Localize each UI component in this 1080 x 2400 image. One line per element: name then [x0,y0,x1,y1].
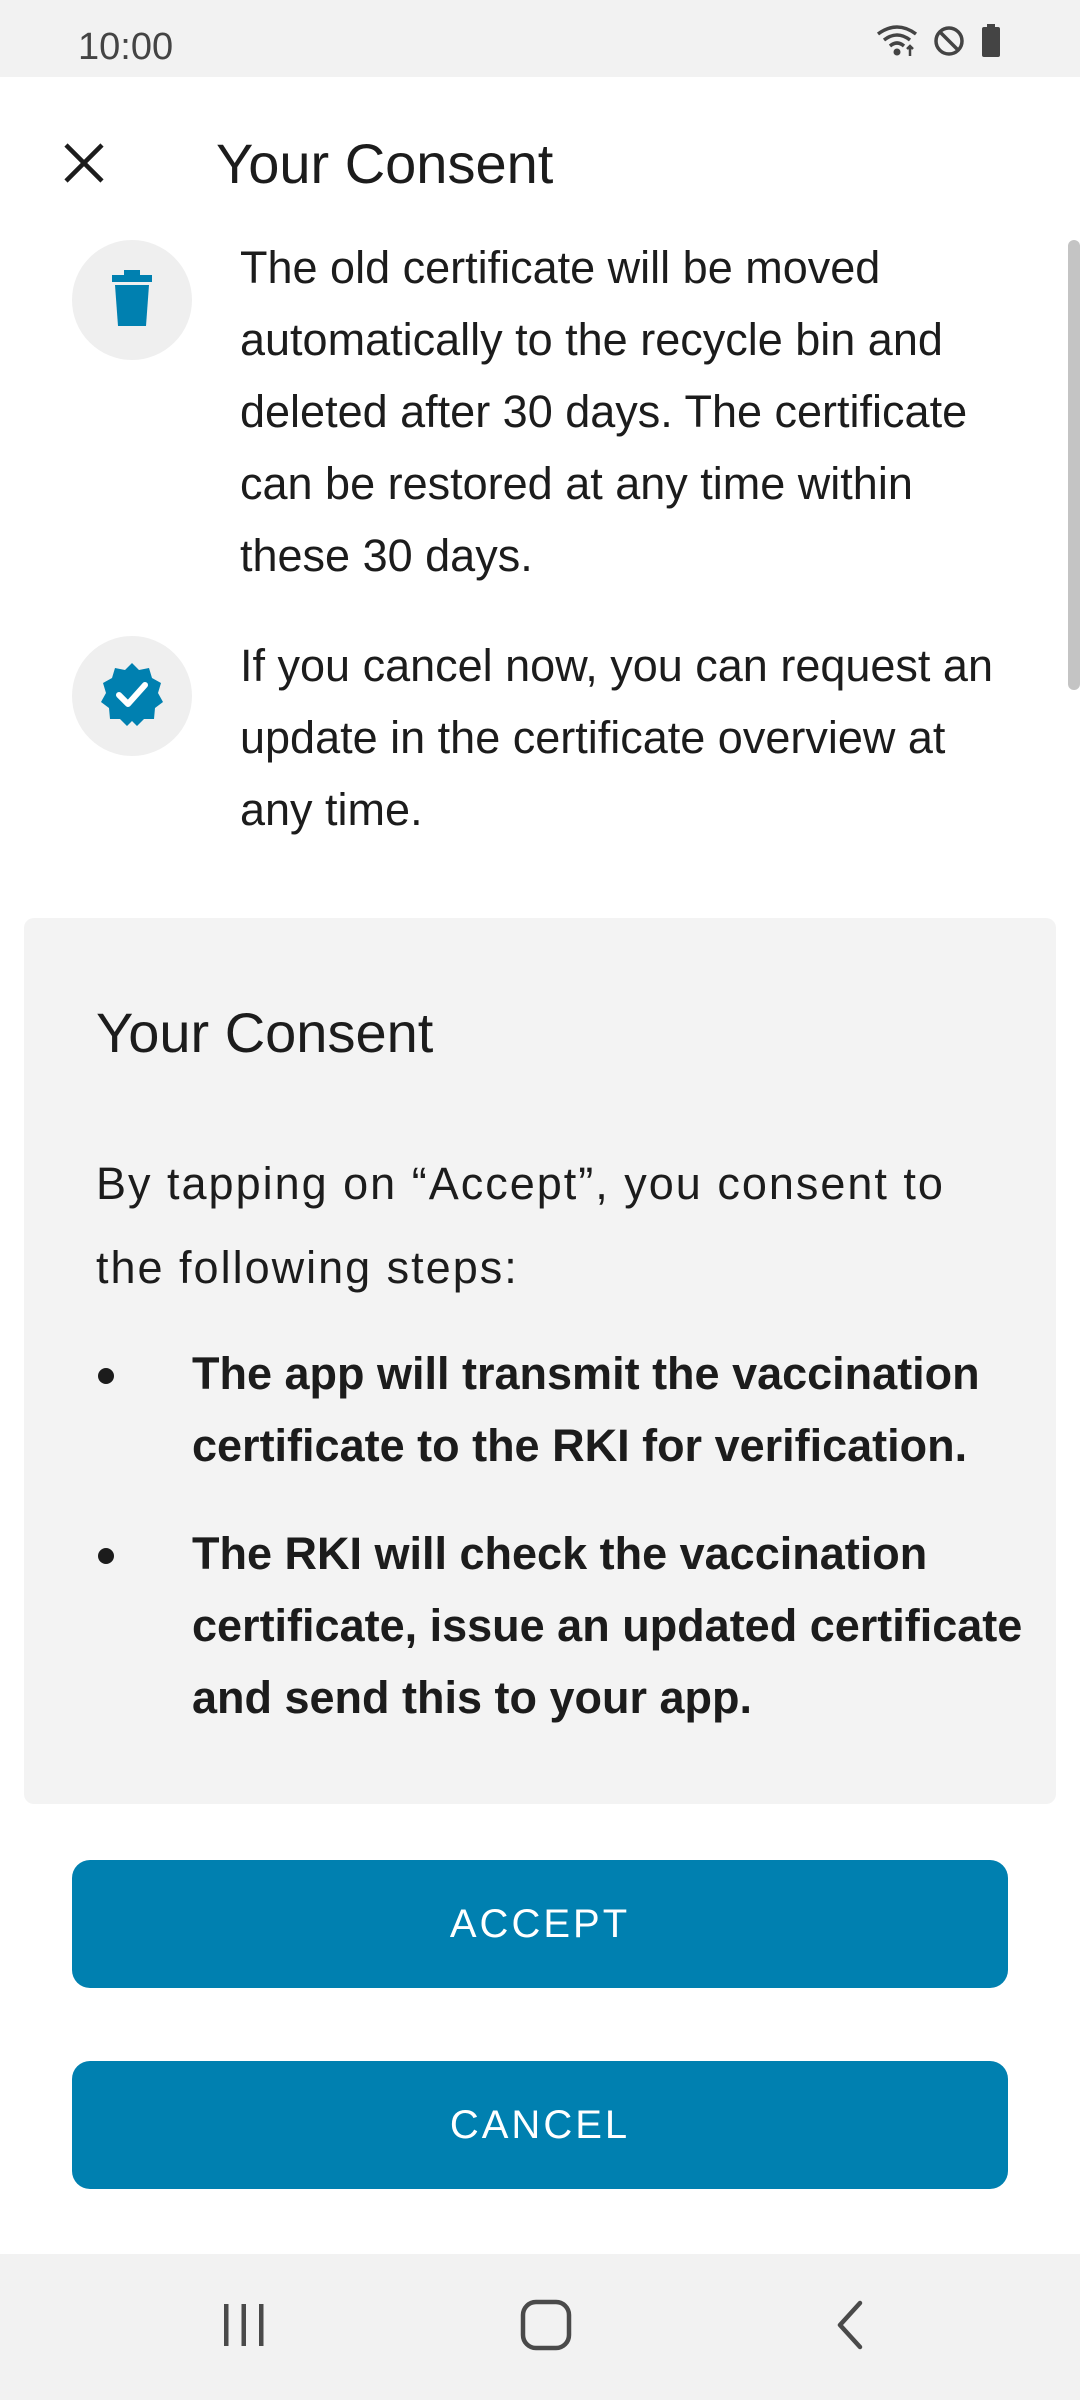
consent-box: Your Consent By tapping on “Accept”, you… [24,918,1056,1804]
battery-icon [980,24,1002,58]
status-icons [876,24,1002,58]
info-text-cancel-hint: If you cancel now, you can request an up… [240,640,993,835]
verified-badge-icon [99,661,165,732]
navigation-bar [0,2254,1080,2400]
close-button[interactable] [44,125,124,205]
verified-badge-icon-container [72,636,192,756]
home-icon [520,2299,572,2356]
consent-intro: By tapping on “Accept”, you consent to t… [96,1158,945,1293]
recent-apps-button[interactable] [194,2282,294,2372]
accept-button[interactable]: ACCEPT [72,1860,1008,1988]
back-icon [832,2299,868,2356]
scrollbar[interactable] [1068,240,1080,690]
cancel-button[interactable]: CANCEL [72,2061,1008,2189]
do-not-disturb-icon [932,24,966,58]
wifi-icon [876,24,918,58]
consent-title: Your Consent [96,1001,434,1064]
status-bar: 10:00 [0,0,1080,77]
trash-icon [108,269,156,331]
close-icon [60,139,108,192]
trash-icon-container [72,240,192,360]
consent-step-text: The app will transmit the vaccination ce… [192,1348,980,1471]
list-item: The RKI will check the vaccination certi… [96,1518,1026,1734]
consent-step-text: The RKI will check the vaccination certi… [192,1528,1023,1723]
recent-apps-icon [219,2302,269,2353]
info-text-recycle-bin: The old certificate will be moved automa… [240,242,968,581]
bullet-icon [98,1548,114,1564]
page-title: Your Consent [216,132,554,195]
consent-steps-list: The app will transmit the vaccination ce… [96,1338,1026,1770]
back-button[interactable] [800,2282,900,2372]
home-button[interactable] [496,2282,596,2372]
bullet-icon [98,1368,114,1384]
app-bar: Your Consent [0,77,1080,247]
list-item: The app will transmit the vaccination ce… [96,1338,1026,1482]
status-time: 10:00 [78,26,174,68]
